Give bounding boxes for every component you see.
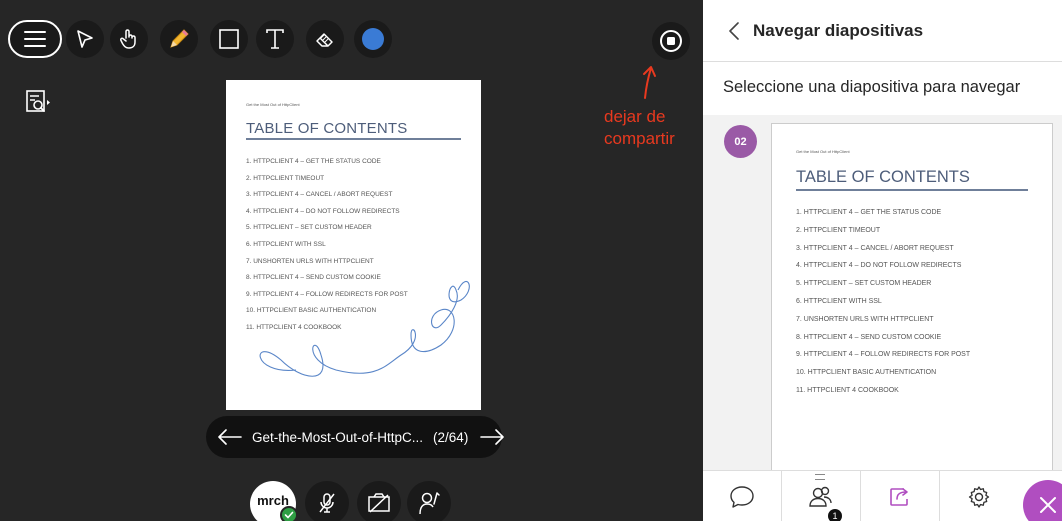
pen-drawing: [259, 281, 470, 377]
eraser-icon: [316, 33, 333, 47]
hand-icon: [120, 29, 136, 49]
pointer-tool-button[interactable]: [66, 20, 104, 58]
next-slide-button[interactable]: [480, 427, 505, 447]
back-button[interactable]: [723, 20, 745, 42]
arrow-left-icon: [218, 429, 242, 445]
share-icon: [890, 487, 908, 506]
thumb-toc-item: 3. HTTPCLIENT 4 – CANCEL / ABORT REQUEST: [796, 244, 954, 252]
eraser-tool-button[interactable]: [306, 20, 344, 58]
thumb-toc-item: 2. HTTPCLIENT TIMEOUT: [796, 226, 881, 234]
thumb-toc-item: 11. HTTPCLIENT 4 COOKBOOK: [796, 386, 899, 394]
thumb-toc-item: 8. HTTPCLIENT 4 – SEND CUSTOM COOKIE: [796, 333, 942, 341]
user-initials: mrch: [257, 492, 289, 508]
slide-number-badge: 02: [724, 125, 757, 158]
camera-toggle-button[interactable]: [357, 481, 401, 521]
slide-navigator-panel: Navegar diapositivas Seleccione una diap…: [703, 0, 1062, 521]
thumb-title: TABLE OF CONTENTS: [796, 168, 970, 186]
main-stage: dejar de compartir Get the Most Out of H…: [0, 0, 703, 521]
gear-icon: [968, 485, 990, 508]
rectangle-tool-button[interactable]: [210, 20, 248, 58]
presentation-file-name: Get-the-Most-Out-of-HttpC...: [252, 429, 424, 445]
close-icon: [1040, 497, 1056, 513]
stop-sharing-annotation: dejar de compartir: [604, 106, 675, 150]
slide-list: 02 Get the Most Out of HttpClient TABLE …: [703, 115, 1062, 470]
slide-position: (2/64): [433, 429, 469, 445]
panel-instruction: Seleccione una diapositiva para navegar: [723, 78, 1021, 96]
slide-navigator-toggle[interactable]: [18, 84, 58, 120]
chat-bubble-icon: [730, 485, 754, 508]
annotation-line-2: compartir: [604, 129, 675, 148]
stop-icon: [660, 30, 682, 52]
thumb-toc-item: 1. HTTPCLIENT 4 – GET THE STATUS CODE: [796, 209, 942, 216]
previous-slide-button[interactable]: [218, 427, 242, 447]
stop-sharing-button[interactable]: [652, 22, 690, 60]
thumb-toc-item: 7. UNSHORTEN URLS WITH HTTPCLIENT: [796, 315, 934, 323]
shared-slide: Get the Most Out of HttpClient TABLE OF …: [226, 80, 481, 410]
rectangle-icon: [219, 29, 239, 49]
slide-search-icon: [26, 90, 50, 112]
slide-navigation-bar: Get-the-Most-Out-of-HttpC... (2/64): [206, 416, 505, 458]
pencil-tool-button[interactable]: [160, 20, 198, 58]
presenter-status-badge: [280, 506, 298, 521]
thumb-toc-item: 10. HTTPCLIENT BASIC AUTHENTICATION: [796, 369, 937, 377]
thumb-toc-item: 6. HTTPCLIENT WITH SSL: [796, 297, 882, 305]
thumb-toc-item: 4. HTTPCLIENT 4 – DO NOT FOLLOW REDIRECT…: [796, 262, 962, 270]
thumb-toc-list: 1. HTTPCLIENT 4 – GET THE STATUS CODE 2.…: [796, 204, 970, 400]
thumb-header-text: Get the Most Out of HttpClient: [796, 149, 850, 154]
participants-button[interactable]: [782, 471, 860, 521]
share-content-button[interactable]: [861, 471, 939, 521]
text-tool-button[interactable]: [256, 20, 294, 58]
settings-button[interactable]: [940, 471, 1018, 521]
camera-off-icon: [368, 493, 390, 513]
people-icon: [809, 486, 832, 507]
pencil-icon: [170, 29, 189, 48]
thumb-divider: [796, 189, 1028, 191]
menu-icon: [24, 31, 46, 47]
menu-button[interactable]: [8, 20, 62, 58]
hand-tool-button[interactable]: [110, 20, 148, 58]
chevron-left-icon: [729, 21, 739, 40]
annotation-line-1: dejar de: [604, 107, 666, 126]
thumb-toc-item: 5. HTTPCLIENT – SET CUSTOM HEADER: [796, 280, 932, 288]
raise-hand-button[interactable]: [407, 481, 451, 521]
arrow-right-icon: [480, 429, 505, 445]
panel-header: Navegar diapositivas: [703, 0, 1062, 62]
slide-thumbnail[interactable]: Get the Most Out of HttpClient TABLE OF …: [771, 123, 1053, 470]
microphone-off-icon: [319, 493, 335, 513]
text-icon: [266, 29, 284, 49]
chat-button[interactable]: [703, 471, 781, 521]
person-hand-icon: [419, 492, 440, 515]
pointer-icon: [77, 30, 93, 48]
panel-title: Navegar diapositivas: [753, 20, 924, 40]
thumb-toc-item: 9. HTTPCLIENT 4 – FOLLOW REDIRECTS FOR P…: [796, 351, 971, 359]
color-picker-button[interactable]: [354, 20, 392, 58]
collaborate-bottom-bar: 1: [703, 470, 1062, 521]
participant-count-badge: 1: [828, 509, 842, 521]
microphone-toggle-button[interactable]: [305, 481, 349, 521]
color-icon: [362, 28, 384, 50]
annotation-arrow-icon: [643, 66, 656, 99]
check-icon: [284, 511, 294, 519]
